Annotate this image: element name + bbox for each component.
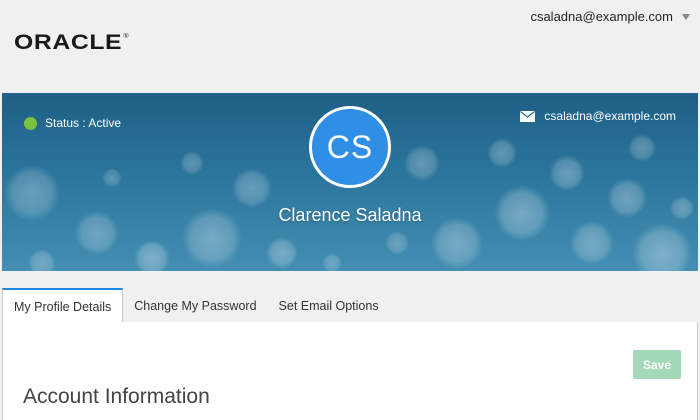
save-button[interactable]: Save <box>633 350 681 379</box>
banner-email: csaladna@example.com <box>520 109 676 123</box>
envelope-icon <box>520 110 536 122</box>
tab-content-panel: Save Account Information <box>2 322 698 420</box>
user-menu[interactable]: csaladna@example.com <box>530 9 690 24</box>
status-indicator: Status : Active <box>24 116 121 130</box>
user-full-name: Clarence Saladna <box>278 205 422 225</box>
account-information-heading: Account Information <box>23 385 210 408</box>
status-text: Status : Active <box>45 116 122 130</box>
profile-tabs: My Profile Details Change My Password Se… <box>2 288 698 323</box>
tab-my-profile-details[interactable]: My Profile Details <box>2 288 124 323</box>
user-menu-email: csaladna@example.com <box>530 9 673 24</box>
status-dot-icon <box>24 116 37 130</box>
top-header: ORACLE® csaladna@example.com <box>0 0 700 93</box>
banner-email-text: csaladna@example.com <box>544 109 676 123</box>
tab-change-my-password[interactable]: Change My Password <box>123 288 267 322</box>
avatar: CS <box>309 106 391 188</box>
tab-set-email-options[interactable]: Set Email Options <box>268 288 390 322</box>
profile-banner: Status : Active csaladna@example.com CS … <box>2 93 698 271</box>
avatar-initials: CS <box>326 128 374 165</box>
oracle-logo: ORACLE® <box>14 31 130 54</box>
caret-down-icon <box>682 13 690 20</box>
